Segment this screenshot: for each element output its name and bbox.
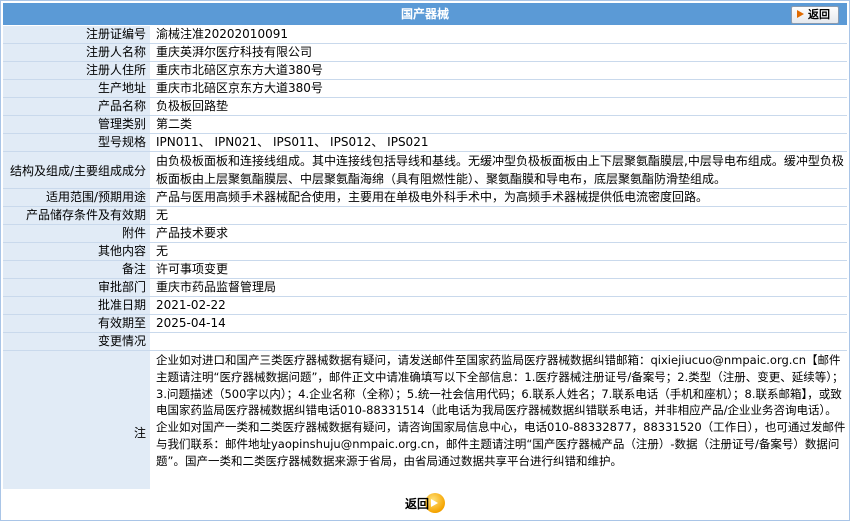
detail-panel: 国产器械 返回 注册证编号 渝械注准20202010091 注册人名称 重庆英湃…	[0, 0, 850, 521]
field-value: 无	[150, 207, 847, 224]
field-label: 变更情况	[3, 333, 150, 350]
footer: 返回	[3, 489, 847, 517]
table-row: 其他内容 无	[3, 243, 847, 261]
field-label: 注册证编号	[3, 26, 150, 43]
field-value: 许可事项变更	[150, 261, 847, 278]
field-value: 2025-04-14	[150, 315, 847, 332]
field-label: 备注	[3, 261, 150, 278]
table-row: 生产地址 重庆市北碚区京东方大道380号	[3, 80, 847, 98]
table-row: 批准日期 2021-02-22	[3, 297, 847, 315]
field-value: 2021-02-22	[150, 297, 847, 314]
field-value: IPN011、 IPN021、 IPS011、 IPS012、 IPS021	[150, 134, 847, 151]
table-row: 审批部门 重庆市药品监督管理局	[3, 279, 847, 297]
field-label: 附件	[3, 225, 150, 242]
field-value: 重庆英湃尔医疗科技有限公司	[150, 44, 847, 61]
table-row: 适用范围/预期用途 产品与医用高频手术器械配合使用，主要用在单极电外科手术中，为…	[3, 189, 847, 207]
field-value: 负极板回路垫	[150, 98, 847, 115]
table-row: 产品名称 负极板回路垫	[3, 98, 847, 116]
field-value	[150, 333, 847, 350]
page-title: 国产器械	[400, 7, 449, 21]
field-label: 管理类别	[3, 116, 150, 133]
table-row: 注册证编号 渝械注准20202010091	[3, 26, 847, 44]
field-value: 产品与医用高频手术器械配合使用，主要用在单极电外科手术中，为高频手术器械提供低电…	[150, 189, 847, 206]
back-button-bottom[interactable]: 返回	[403, 493, 445, 513]
field-label: 型号规格	[3, 134, 150, 151]
field-label: 审批部门	[3, 279, 150, 296]
arrow-right-icon	[797, 10, 804, 18]
field-label: 注册人名称	[3, 44, 150, 61]
title-bar: 国产器械 返回	[3, 3, 847, 25]
field-label: 产品储存条件及有效期	[3, 207, 150, 224]
back-button-label: 返回	[808, 8, 830, 21]
field-value: 无	[150, 243, 847, 260]
table-row: 附件 产品技术要求	[3, 225, 847, 243]
back-button-top[interactable]: 返回	[791, 6, 839, 24]
field-label: 其他内容	[3, 243, 150, 260]
table-row: 变更情况	[3, 333, 847, 351]
field-value: 重庆市北碚区京东方大道380号	[150, 80, 847, 97]
table-row: 注册人名称 重庆英湃尔医疗科技有限公司	[3, 44, 847, 62]
table-row: 备注 许可事项变更	[3, 261, 847, 279]
field-label: 结构及组成/主要组成成分	[3, 152, 150, 188]
field-value: 第二类	[150, 116, 847, 133]
table-row: 型号规格 IPN011、 IPN021、 IPS011、 IPS012、 IPS…	[3, 134, 847, 152]
field-label: 生产地址	[3, 80, 150, 97]
field-table: 注册证编号 渝械注准20202010091 注册人名称 重庆英湃尔医疗科技有限公…	[3, 26, 847, 514]
field-label: 批准日期	[3, 297, 150, 314]
field-value: 由负极板面板和连接线组成。其中连接线包括导线和基线。无缓冲型负极板面板由上下层聚…	[150, 152, 847, 188]
field-label: 产品名称	[3, 98, 150, 115]
field-value: 重庆市北碚区京东方大道380号	[150, 62, 847, 79]
table-row: 有效期至 2025-04-14	[3, 315, 847, 333]
table-row: 产品储存条件及有效期 无	[3, 207, 847, 225]
table-row: 结构及组成/主要组成成分 由负极板面板和连接线组成。其中连接线包括导线和基线。无…	[3, 152, 847, 189]
field-label: 适用范围/预期用途	[3, 189, 150, 206]
field-value: 产品技术要求	[150, 225, 847, 242]
table-row: 管理类别 第二类	[3, 116, 847, 134]
table-row: 注册人住所 重庆市北碚区京东方大道380号	[3, 62, 847, 80]
back-button-label: 返回	[405, 497, 430, 511]
field-value: 重庆市药品监督管理局	[150, 279, 847, 296]
field-value: 渝械注准20202010091	[150, 26, 847, 43]
field-label: 有效期至	[3, 315, 150, 332]
field-label: 注册人住所	[3, 62, 150, 79]
